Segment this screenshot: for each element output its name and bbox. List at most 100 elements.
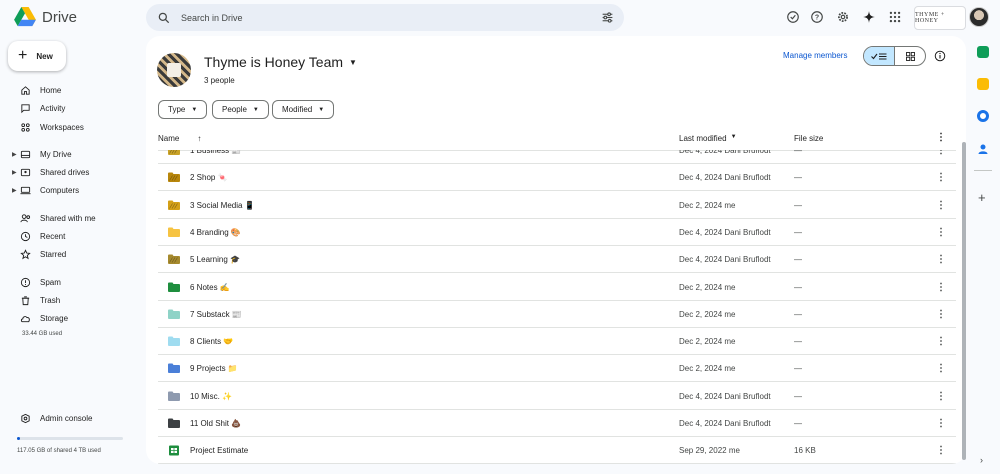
tasks-icon[interactable] [977,110,989,122]
more-options-icon[interactable]: ⋮ [936,336,946,347]
filter-type-button[interactable]: Type ▼ [158,100,208,119]
sidebar-item-workspaces[interactable]: Workspaces [12,119,84,135]
settings-gear-icon[interactable] [836,10,850,24]
help-icon[interactable]: ? [810,10,824,24]
table-row[interactable]: 7 Substack 📰 Dec 2, 2024 me — ⋮ [158,301,956,328]
search-options-icon[interactable] [601,11,614,24]
plus-icon: + [18,47,28,64]
main-panel: Thyme is Honey Team ▼ 3 people Manage me… [146,36,966,464]
sidebar-item-label: Shared drives [40,167,90,177]
table-row[interactable]: 11 Old Shit 💩 Dec 4, 2024 Dani Bruflodt — ⋮ [158,410,956,437]
add-addon-icon[interactable]: + [978,190,986,205]
file-name: 7 Substack 📰 [190,309,242,319]
sidebar-item-recent[interactable]: Recent [12,228,65,244]
info-icon[interactable] [934,50,946,62]
sidebar-item-shared-drives[interactable]: ▶ Shared drives [12,164,89,180]
keep-icon[interactable] [977,78,989,90]
table-row[interactable]: 4 Branding 🎨 Dec 4, 2024 Dani Bruflodt — ⋮ [158,219,956,246]
new-button[interactable]: + New [8,41,66,71]
sidebar-item-label: Computers [40,185,80,195]
folder-icon [168,254,180,264]
member-count: 3 people [204,76,235,85]
account-avatar[interactable] [969,7,989,27]
column-header-last-modified[interactable]: Last modified ▼ [679,134,737,143]
table-row[interactable]: 1 Business 📰 Dec 4, 2024 Dani Bruflodt — ⋮ [158,150,956,164]
account-brand-chip[interactable]: THYME + HONEY [914,6,966,30]
filter-people-button[interactable]: People ▼ [212,100,269,119]
sidebar-item-spam[interactable]: Spam [12,274,61,290]
file-name: 5 Learning 🎓 [190,254,240,264]
manage-members-link[interactable]: Manage members [783,51,847,60]
drive-logo[interactable]: Drive [14,7,77,27]
file-name: 4 Branding 🎨 [190,227,241,237]
sidebar-item-label: Workspaces [40,122,84,132]
file-name: 1 Business 📰 [190,150,242,155]
more-options-icon[interactable]: ⋮ [936,445,946,456]
list-view-button[interactable] [864,47,894,65]
folder-icon [168,391,180,401]
more-options-icon[interactable]: ⋮ [936,363,946,374]
sidebar-item-starred[interactable]: Starred [12,246,66,262]
table-row[interactable]: 8 Clients 🤝 Dec 2, 2024 me — ⋮ [158,328,956,355]
checkmark-list-icon [871,52,887,60]
more-options-icon[interactable]: ⋮ [936,309,946,320]
sidebar-item-label: Spam [40,277,61,287]
more-options-icon[interactable]: ⋮ [936,172,946,183]
search-input[interactable] [181,12,581,23]
sidebar-item-my-drive[interactable]: ▶ My Drive [12,146,72,162]
table-row[interactable]: 2 Shop 🍬 Dec 4, 2024 Dani Bruflodt — ⋮ [158,164,956,191]
shared-drives-icon [18,165,32,179]
file-size: — [794,309,802,319]
table-row[interactable]: 9 Projects 📁 Dec 2, 2024 me — ⋮ [158,355,956,382]
search-bar[interactable] [146,4,624,31]
grid-view-button[interactable] [894,47,925,65]
more-options-icon[interactable]: ⋮ [936,227,946,238]
more-options-icon[interactable]: ⋮ [936,282,946,293]
top-bar: Drive ? THY [0,0,1000,36]
more-options-icon[interactable]: ⋮ [936,200,946,211]
sidebar-item-computers[interactable]: ▶ Computers [12,182,79,198]
rail-divider [974,170,992,171]
shared-storage-bar [17,437,123,440]
shared-drive-avatar [157,53,191,87]
apps-grid-icon[interactable] [888,10,902,24]
last-modified: Dec 2, 2024 me [679,282,736,292]
sidebar-item-activity[interactable]: Activity [12,100,65,116]
more-options-icon[interactable]: ⋮ [936,418,946,429]
sidebar-item-shared-with-me[interactable]: Shared with me [12,210,96,226]
folder-icon [168,336,180,346]
table-row[interactable]: 10 Misc. ✨ Dec 4, 2024 Dani Bruflodt — ⋮ [158,383,956,410]
calendar-icon[interactable] [977,46,989,58]
column-header-file-size[interactable]: File size [794,134,823,143]
scrollbar-thumb[interactable] [962,142,966,460]
more-options-icon[interactable]: ⋮ [936,254,946,265]
dropdown-arrow-icon: ▼ [191,106,198,113]
offline-status-icon[interactable] [786,10,800,24]
sidebar-item-home[interactable]: Home [12,82,61,98]
table-row[interactable]: Project Estimate Sep 29, 2022 me 16 KB ⋮ [158,437,956,464]
table-row[interactable]: 5 Learning 🎓 Dec 4, 2024 Dani Bruflodt — ⋮ [158,246,956,273]
sidebar-item-trash[interactable]: Trash [12,292,60,308]
last-modified: Dec 2, 2024 me [679,200,736,210]
table-row[interactable]: 6 Notes ✍️ Dec 2, 2024 me — ⋮ [158,274,956,301]
chevron-right-icon[interactable]: › [980,455,983,465]
column-options-icon[interactable]: ⋮ [936,132,946,143]
contacts-icon[interactable] [977,142,989,154]
file-name: 2 Shop 🍬 [190,172,228,182]
sidebar-item-storage[interactable]: Storage [12,310,68,326]
admin-console-link[interactable]: Admin console [12,410,92,426]
file-size: — [794,200,802,210]
sidebar-item-label: Shared with me [40,213,96,223]
my-drive-icon [18,147,32,161]
last-modified: Dec 2, 2024 me [679,363,736,373]
gemini-sparkle-icon[interactable] [862,10,876,24]
file-size: — [794,150,802,155]
more-options-icon[interactable]: ⋮ [936,391,946,402]
shared-drive-title-button[interactable]: Thyme is Honey Team ▼ [204,54,357,70]
filter-modified-button[interactable]: Modified ▼ [272,100,335,119]
more-options-icon[interactable]: ⋮ [936,150,946,156]
column-header-name[interactable]: Name ↑ [158,134,201,143]
table-row[interactable]: 3 Social Media 📱 Dec 2, 2024 me — ⋮ [158,192,956,219]
search-icon[interactable] [157,11,171,25]
sidebar-item-label: Starred [40,249,67,259]
